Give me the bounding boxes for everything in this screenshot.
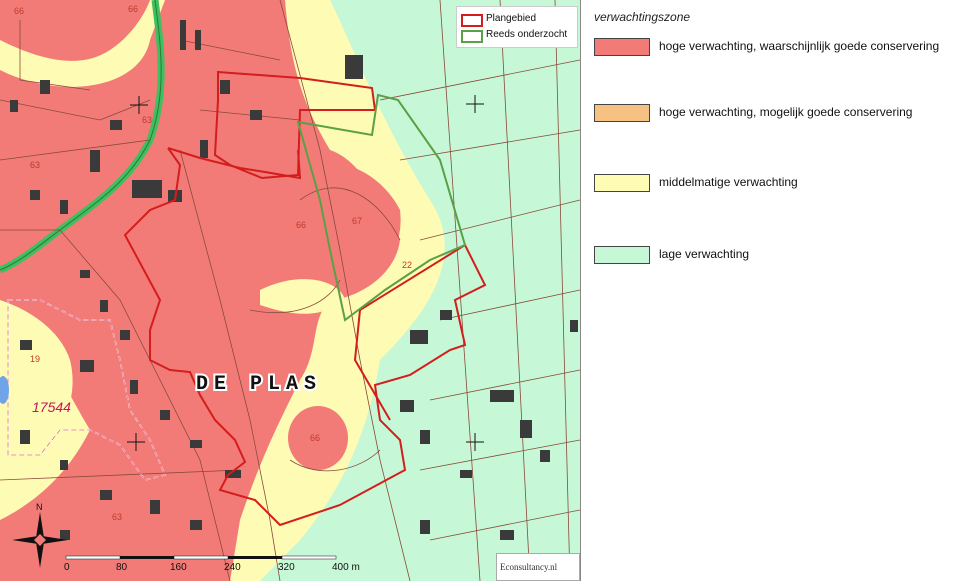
zone-number: 63: [142, 115, 152, 125]
map-legend-label: Reeds onderzocht: [486, 29, 568, 40]
legend-panel: verwachtingszone hoge verwachting, waars…: [590, 0, 970, 581]
map-legend: Plangebied Reeds onderzocht: [456, 6, 578, 48]
zone-number: 19: [30, 354, 40, 364]
map-legend-item-plan: Plangebied: [461, 13, 576, 27]
north-label: N: [36, 502, 43, 512]
legend-swatch: [594, 246, 650, 264]
zone-number: 66: [296, 220, 306, 230]
legend-swatch: [594, 174, 650, 192]
legend-item-low: lage verwachting: [594, 246, 970, 268]
legend-item-high-good: hoge verwachting, waarschijnlijk goede c…: [594, 38, 970, 60]
company-logo: Econsultancy.nl: [496, 553, 580, 581]
zone-number: 66: [310, 433, 320, 443]
legend-label: middelmatige verwachting: [659, 175, 798, 189]
scale-bar-graphic: N 0 80 160 240 320 400 m: [12, 502, 360, 573]
map-legend-item-investigated: Reeds onderzocht: [461, 29, 576, 43]
legend-item-medium: middelmatige verwachting: [594, 174, 970, 196]
legend-item-high-possible: hoge verwachting, mogelijk goede conserv…: [594, 104, 970, 126]
zone-number: 67: [352, 216, 362, 226]
legend-label: hoge verwachting, waarschijnlijk goede c…: [659, 39, 940, 53]
zone-number: 63: [30, 160, 40, 170]
scale-bar: N 0 80 160 240 320 400 m: [0, 500, 380, 580]
scale-tick: 400 m: [332, 562, 360, 573]
scale-tick: 320: [278, 562, 295, 573]
site-number-label: 17544: [32, 399, 71, 415]
zone-number: 22: [402, 260, 412, 270]
logo-text: Econsultancy.nl: [500, 562, 558, 572]
red-outline-box-icon: [461, 14, 483, 27]
zone-number: 66: [14, 6, 24, 16]
legend-swatch: [594, 38, 650, 56]
map-view[interactable]: 66 63 63 66 67 22 66 63 19 66 DE PLAS DE…: [0, 0, 581, 581]
place-label: DE PLAS: [196, 373, 322, 396]
map-legend-label: Plangebied: [486, 13, 537, 24]
north-arrow-icon: N: [12, 502, 68, 568]
legend-label: hoge verwachting, mogelijk goede conserv…: [659, 105, 913, 119]
scale-tick: 0: [64, 562, 70, 573]
zone-number: 66: [128, 4, 138, 14]
legend-label: lage verwachting: [659, 247, 750, 261]
scale-tick: 160: [170, 562, 187, 573]
legend-title: verwachtingszone: [594, 10, 691, 24]
legend-swatch: [594, 104, 650, 122]
scale-tick: 80: [116, 562, 128, 573]
scale-tick: 240: [224, 562, 241, 573]
map-canvas: 66 63 63 66 67 22 66 63 19 66 DE PLAS DE…: [0, 0, 580, 581]
green-outline-box-icon: [461, 30, 483, 43]
